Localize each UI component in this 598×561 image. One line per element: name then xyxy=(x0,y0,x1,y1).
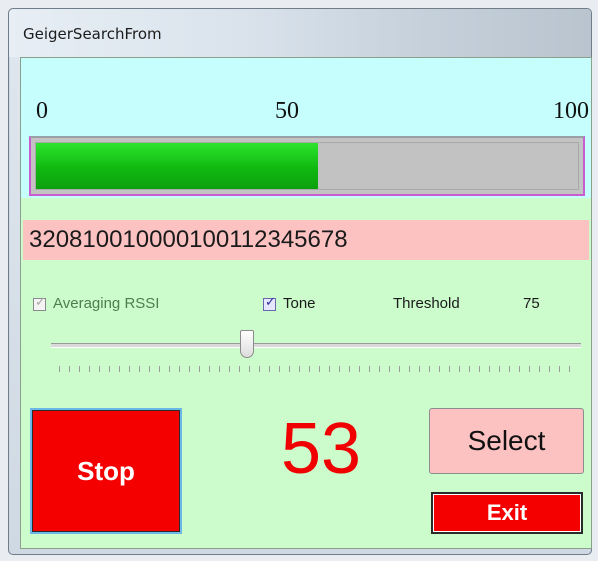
check-mark-icon: ✓ xyxy=(35,295,46,310)
title-bar[interactable]: GeigerSearchFrom xyxy=(9,9,591,57)
select-button[interactable]: Select xyxy=(429,408,584,474)
threshold-slider-thumb[interactable] xyxy=(240,330,255,358)
rssi-readout: 53 xyxy=(280,409,362,489)
scale-max-label: 100 xyxy=(553,98,589,124)
progress-fill xyxy=(36,143,318,189)
averaging-rssi-checkbox[interactable]: ✓ xyxy=(33,295,46,311)
tag-id-display: 320810010000100112345678 xyxy=(23,220,589,260)
progress-track xyxy=(35,142,579,190)
exit-button-label: Exit xyxy=(486,500,528,525)
signal-meter-panel: 0 50 100 xyxy=(21,58,591,198)
tone-label[interactable]: Tone xyxy=(283,295,316,312)
slider-ticks xyxy=(59,366,579,372)
tone-checkbox[interactable]: ✓ xyxy=(263,295,276,311)
stop-button[interactable]: Stop xyxy=(30,408,182,534)
exit-button[interactable]: Exit xyxy=(431,492,583,534)
form-body: 0 50 100 320810010000100112345678 ✓ Aver… xyxy=(20,57,592,549)
window-title: GeigerSearchFrom xyxy=(23,25,162,43)
app-window: GeigerSearchFrom 0 50 100 32081001000010… xyxy=(8,8,592,555)
scale-mid-label: 50 xyxy=(275,98,299,124)
check-mark-icon: ✓ xyxy=(265,295,276,310)
tag-id-text: 320810010000100112345678 xyxy=(29,226,348,253)
stop-button-label: Stop xyxy=(77,455,135,486)
signal-progress-bar xyxy=(29,136,585,196)
select-button-label: Select xyxy=(467,425,546,456)
threshold-slider-track[interactable] xyxy=(51,343,581,348)
averaging-rssi-label: Averaging RSSI xyxy=(53,295,160,312)
scale-min-label: 0 xyxy=(36,98,48,124)
threshold-label: Threshold xyxy=(393,295,460,312)
threshold-value: 75 xyxy=(523,295,540,312)
